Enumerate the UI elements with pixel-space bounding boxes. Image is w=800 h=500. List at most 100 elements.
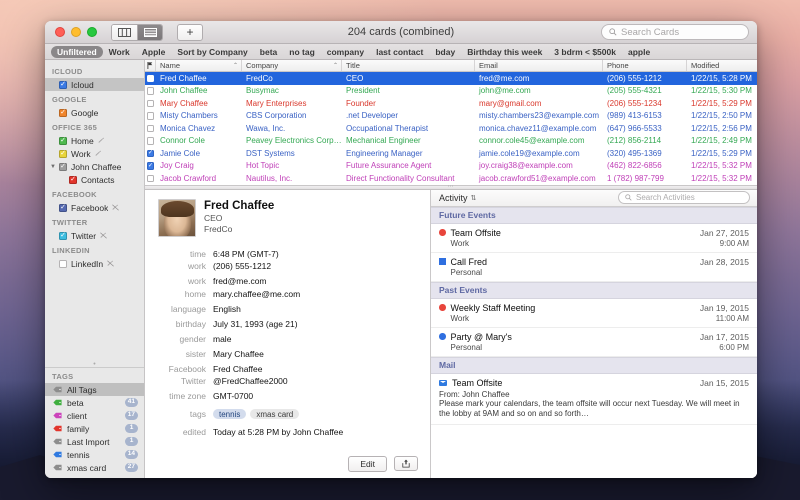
detail-field-value[interactable]: 6:48 PM (GMT-7) (213, 249, 279, 259)
minimize-button[interactable] (71, 27, 81, 37)
filter-chip-10[interactable]: 3 bdrm < $500k (548, 46, 622, 58)
detail-field-value[interactable]: GMT-0700 (213, 391, 253, 401)
sidebar-item-facebook[interactable]: ✓Facebook (45, 201, 144, 214)
list-view-icon[interactable] (137, 25, 162, 40)
row-checkbox[interactable]: ✓ (147, 150, 155, 158)
activity-item[interactable]: Team OffsiteJan 15, 2015From: John Chaff… (431, 374, 757, 426)
table-row[interactable]: Fred ChaffeeFredCoCEOfred@me.com(206) 55… (145, 72, 757, 85)
checkbox-2[interactable]: ✓ (59, 163, 67, 171)
table-row[interactable]: ✓Joy CraigHot TopicFuture Assurance Agen… (145, 160, 757, 173)
detail-field-value[interactable]: male (213, 334, 231, 344)
detail-field-value[interactable]: (206) 555-1212 (213, 261, 271, 271)
disclosure-triangle-icon[interactable]: ▼ (50, 164, 56, 170)
sort-updown-icon[interactable]: ⇅ (471, 194, 477, 202)
flag-icon (147, 62, 153, 69)
filter-chip-0[interactable]: Unfiltered (51, 46, 103, 58)
tag-item-xmas-card[interactable]: xmas card27 (45, 461, 144, 474)
detail-field-value[interactable]: Mary Chaffee (213, 349, 264, 359)
table-row[interactable]: John ChaffeeBusymacPresidentjohn@me.com(… (145, 85, 757, 98)
row-checkbox[interactable] (147, 100, 155, 108)
activity-item[interactable]: Party @ Mary'sJan 17, 2015Personal6:00 P… (431, 328, 757, 357)
row-checkbox[interactable] (147, 137, 155, 145)
activity-item[interactable]: Weekly Staff MeetingJan 19, 2015Work11:0… (431, 299, 757, 328)
broadcast-off-icon[interactable] (107, 260, 114, 267)
filter-chip-7[interactable]: last contact (370, 46, 429, 58)
detail-field-value[interactable]: Fred Chaffee (213, 364, 262, 374)
columns-view-icon[interactable] (112, 25, 137, 40)
activity-item[interactable]: Call FredJan 28, 2015Personal (431, 253, 757, 282)
column-header-name[interactable]: Name⌃ (156, 60, 242, 71)
cell-phone: (205) 555-4321 (603, 86, 687, 95)
sidebar-item-twitter[interactable]: ✓Twitter (45, 229, 144, 242)
detail-field-value[interactable]: English (213, 304, 241, 314)
column-header-modified[interactable]: Modified (687, 60, 757, 71)
row-checkbox[interactable] (147, 75, 155, 83)
filter-chip-6[interactable]: company (321, 46, 370, 58)
detail-field-value[interactable]: mary.chaffee@me.com (213, 289, 300, 299)
column-header-title[interactable]: Title (342, 60, 475, 71)
broadcast-icon[interactable] (98, 137, 105, 144)
checkbox-0[interactable]: ✓ (59, 81, 67, 89)
filter-chip-3[interactable]: Sort by Company (171, 46, 253, 58)
table-row[interactable]: Misty ChambersCBS Corporation.net Develo… (145, 110, 757, 123)
share-icon[interactable] (394, 456, 418, 471)
add-card-button[interactable]: + (177, 24, 203, 41)
checkbox-0[interactable]: ✓ (59, 204, 67, 212)
table-row[interactable]: Monica ChavezWawa, Inc.Occupational Ther… (145, 122, 757, 135)
detail-field-value[interactable]: fred@me.com (213, 276, 267, 286)
filter-chip-9[interactable]: Birthday this week (461, 46, 548, 58)
filter-chip-4[interactable]: beta (254, 46, 283, 58)
checkbox-0[interactable]: ✓ (59, 232, 67, 240)
broadcast-off-icon[interactable] (100, 232, 107, 239)
sidebar-item-john-chaffee[interactable]: ▼✓John Chaffee (45, 160, 144, 173)
detail-field-value[interactable]: @FredChaffee2000 (213, 376, 288, 386)
tag-item-client[interactable]: client17 (45, 409, 144, 422)
search-cards-input[interactable]: Search Cards (601, 24, 749, 40)
table-row[interactable]: Jacob CrawfordNautilus, Inc.Direct Funct… (145, 172, 757, 185)
checkbox-3[interactable]: ✓ (69, 176, 77, 184)
search-activities-input[interactable]: Search Activities (618, 191, 750, 204)
broadcast-icon[interactable] (95, 150, 102, 157)
sidebar-item-home[interactable]: ✓Home (45, 134, 144, 147)
column-header-flag[interactable] (145, 60, 156, 71)
column-header-email[interactable]: Email (475, 60, 603, 71)
filter-chip-8[interactable]: bday (429, 46, 461, 58)
table-row[interactable]: Mary ChaffeeMary EnterprisesFoundermary@… (145, 97, 757, 110)
tag-item-beta[interactable]: beta41 (45, 396, 144, 409)
row-checkbox[interactable] (147, 125, 155, 133)
checkbox-1[interactable]: ✓ (59, 150, 67, 158)
edit-button[interactable]: Edit (348, 456, 387, 472)
sidebar-item-work[interactable]: ✓Work (45, 147, 144, 160)
row-checkbox[interactable] (147, 112, 155, 120)
table-row[interactable]: ✓Jamie ColeDST SystemsEngineering Manage… (145, 147, 757, 160)
checkbox-0[interactable] (59, 260, 67, 268)
tag-item-last-import[interactable]: Last Import1 (45, 435, 144, 448)
tag-item-all-tags[interactable]: All Tags (45, 383, 144, 396)
activity-item[interactable]: Team OffsiteJan 27, 2015Work9:00 AM (431, 224, 757, 253)
checkbox-0[interactable]: ✓ (59, 137, 67, 145)
table-row[interactable]: Connor ColePeavey Electronics Corpor…Mec… (145, 135, 757, 148)
checkbox-0[interactable]: ✓ (59, 109, 67, 117)
filter-chip-1[interactable]: Work (103, 46, 136, 58)
row-checkbox[interactable] (147, 87, 155, 95)
row-checkbox[interactable] (147, 175, 155, 183)
tag-item-family[interactable]: family1 (45, 422, 144, 435)
detail-tag-pill[interactable]: tennis (213, 409, 246, 419)
column-header-phone[interactable]: Phone (603, 60, 687, 71)
detail-tag-pill[interactable]: xmas card (250, 409, 299, 419)
detail-field-value[interactable]: July 31, 1993 (age 21) (213, 319, 298, 329)
filter-chip-2[interactable]: Apple (136, 46, 172, 58)
zoom-button[interactable] (87, 27, 97, 37)
column-header-company[interactable]: Company⌃ (242, 60, 342, 71)
tag-item-tennis[interactable]: tennis14 (45, 448, 144, 461)
broadcast-off-icon[interactable] (112, 204, 119, 211)
filter-chip-5[interactable]: no tag (283, 46, 321, 58)
sidebar-item-contacts[interactable]: ✓Contacts (45, 173, 144, 186)
sidebar-item-icloud[interactable]: ✓Icloud (45, 78, 144, 91)
filter-chip-11[interactable]: apple (622, 46, 656, 58)
sidebar-item-google[interactable]: ✓Google (45, 106, 144, 119)
row-checkbox[interactable]: ✓ (147, 162, 155, 170)
avatar[interactable] (158, 199, 196, 237)
close-button[interactable] (55, 27, 65, 37)
sidebar-item-linkedin[interactable]: LinkedIn (45, 257, 144, 270)
